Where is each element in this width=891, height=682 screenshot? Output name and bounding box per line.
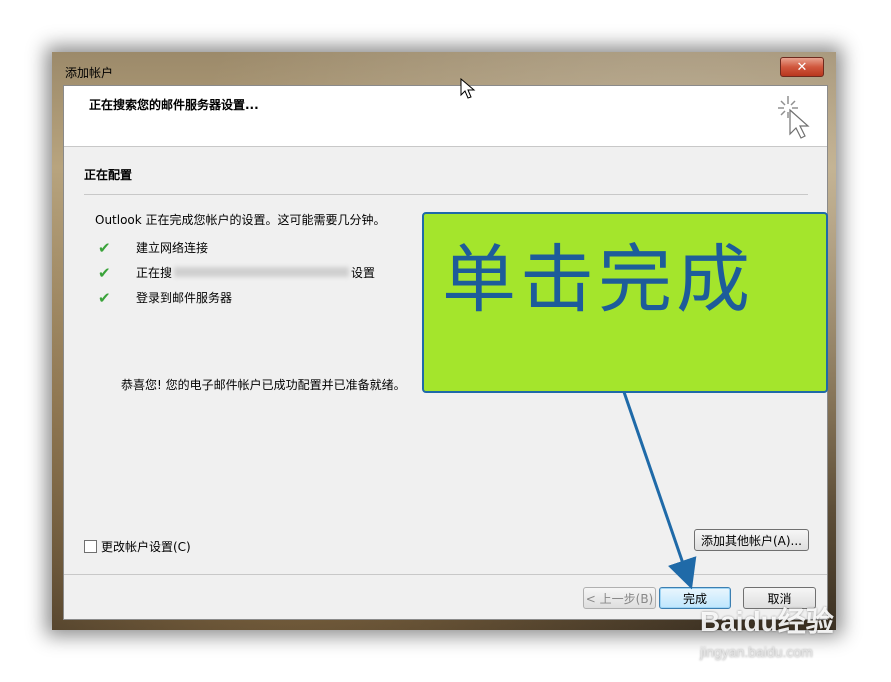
annotation-text: 单击完成: [442, 237, 754, 323]
change-settings-checkbox[interactable]: [84, 540, 97, 553]
step-login: ✔ 登录到邮件服务器: [98, 289, 233, 307]
close-icon: ✕: [796, 59, 808, 75]
watermark-main: Baidu经验: [700, 606, 834, 637]
step-label-suffix: 设置: [351, 265, 376, 280]
step-label: 登录到邮件服务器: [136, 290, 233, 305]
check-icon: ✔: [98, 264, 111, 282]
check-icon: ✔: [98, 289, 111, 307]
step-network: ✔ 建立网络连接: [98, 239, 209, 257]
footer-divider: [64, 574, 827, 575]
close-button[interactable]: ✕: [780, 57, 824, 77]
step-label: 建立网络连接: [136, 240, 209, 255]
title-bar[interactable]: 添加帐户 ✕: [52, 52, 836, 82]
busy-cursor-icon: [778, 96, 810, 139]
congrats-text: 恭喜您! 您的电子邮件帐户已成功配置并已准备就绪。: [121, 378, 406, 392]
annotation-callout: 单击完成: [422, 212, 828, 393]
add-other-account-button[interactable]: 添加其他帐户(A)...: [694, 529, 809, 551]
redacted-email: [174, 267, 350, 277]
change-settings-option[interactable]: 更改帐户设置(C): [84, 538, 191, 555]
step-search: ✔ 正在搜 设置: [98, 264, 376, 282]
section-divider: [84, 194, 808, 195]
watermark-url: jingyan.baidu.com: [700, 644, 813, 660]
back-button[interactable]: < 上一步(B): [583, 587, 656, 609]
info-text: Outlook 正在完成您帐户的设置。这可能需要几分钟。: [95, 213, 386, 227]
check-icon: ✔: [98, 239, 111, 257]
step-label-prefix: 正在搜: [136, 265, 173, 280]
header-title: 正在搜索您的邮件服务器设置...: [89, 98, 259, 112]
header-panel: 正在搜索您的邮件服务器设置...: [64, 86, 827, 147]
baidu-watermark: Baidu经验 jingyan.baidu.com: [700, 600, 834, 660]
window-title: 添加帐户: [65, 66, 114, 80]
section-title: 正在配置: [84, 168, 133, 182]
mouse-cursor-icon: [460, 78, 476, 99]
change-settings-label: 更改帐户设置(C): [101, 540, 191, 554]
